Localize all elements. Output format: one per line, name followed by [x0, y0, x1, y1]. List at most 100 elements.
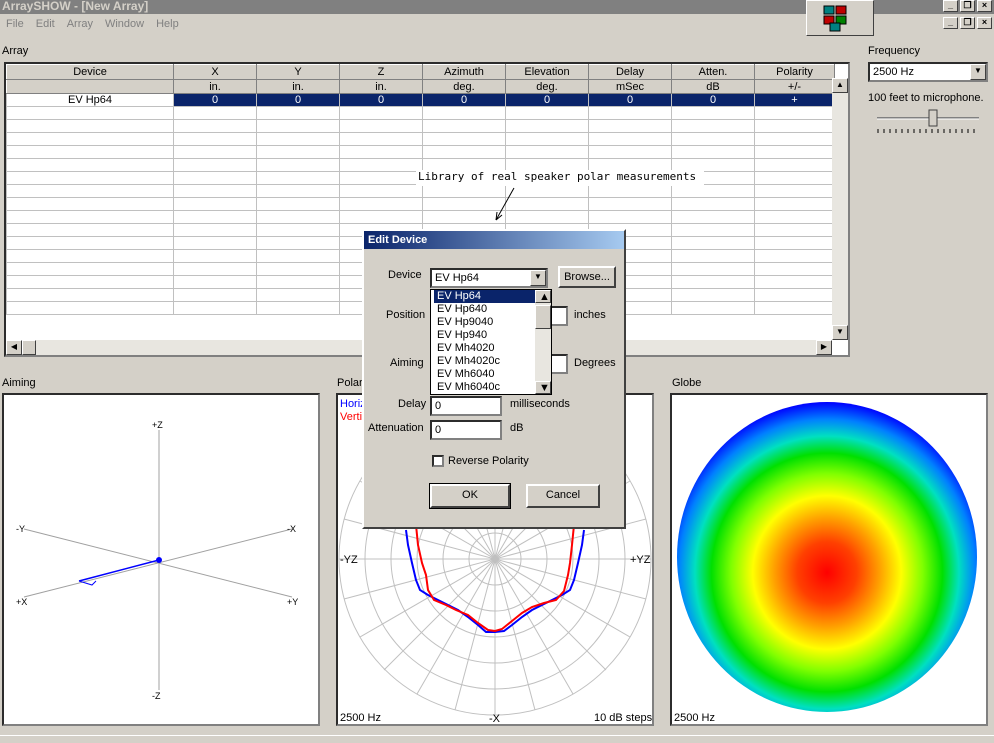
table-cell[interactable] [671, 301, 755, 315]
table-cell[interactable] [754, 236, 835, 250]
table-cell[interactable] [6, 158, 174, 172]
table-cell[interactable] [754, 145, 835, 159]
table-cell[interactable] [339, 158, 423, 172]
table-cell[interactable] [754, 171, 835, 185]
table-cell[interactable] [6, 223, 174, 237]
table-row[interactable] [6, 119, 835, 133]
table-cell[interactable] [256, 171, 340, 185]
table-row[interactable] [6, 145, 835, 159]
table-cell[interactable] [256, 106, 340, 120]
scroll-down-icon[interactable]: ▼ [535, 381, 551, 394]
table-cell[interactable] [422, 145, 506, 159]
table-cell[interactable] [754, 158, 835, 172]
table-cell[interactable] [754, 210, 835, 224]
table-cell[interactable] [6, 145, 174, 159]
table-cell[interactable] [256, 223, 340, 237]
table-cell[interactable] [588, 145, 672, 159]
col-header-azimuth[interactable]: Azimuth [422, 64, 506, 80]
col-header-y[interactable]: Y [256, 64, 340, 80]
table-cell[interactable] [588, 210, 672, 224]
table-cell[interactable] [671, 236, 755, 250]
table-row[interactable] [6, 210, 835, 224]
list-item[interactable]: EV Mh6040 [434, 368, 535, 381]
table-cell[interactable] [754, 132, 835, 146]
scroll-thumb[interactable] [22, 340, 36, 355]
table-cell[interactable] [6, 301, 174, 315]
list-item[interactable]: EV Mh4020 [434, 342, 535, 355]
table-row[interactable]: EV Hp64 0 0 0 0 0 0 0 + [6, 93, 835, 107]
table-cell[interactable] [256, 158, 340, 172]
browse-button[interactable]: Browse... [558, 266, 616, 288]
table-cell[interactable] [339, 197, 423, 211]
cell-z[interactable]: 0 [339, 93, 423, 107]
col-header-elevation[interactable]: Elevation [505, 64, 589, 80]
scroll-down-icon[interactable]: ▼ [832, 325, 848, 340]
table-cell[interactable] [256, 119, 340, 133]
child-minimize-button[interactable]: _ [943, 17, 958, 29]
scroll-up-icon[interactable]: ▲ [832, 78, 848, 93]
list-item[interactable]: EV Mh4020c [434, 355, 535, 368]
table-cell[interactable] [505, 106, 589, 120]
table-cell[interactable] [339, 210, 423, 224]
table-cell[interactable] [173, 184, 257, 198]
table-cell[interactable] [6, 119, 174, 133]
scroll-right-icon[interactable]: ▶ [816, 340, 832, 355]
table-cell[interactable] [173, 145, 257, 159]
scroll-up-icon[interactable]: ▲ [535, 290, 551, 303]
table-cell[interactable] [173, 236, 257, 250]
table-cell[interactable] [754, 184, 835, 198]
table-cell[interactable] [505, 119, 589, 133]
table-cell[interactable] [6, 171, 174, 185]
table-cell[interactable] [256, 262, 340, 276]
table-cell[interactable] [671, 275, 755, 289]
table-cell[interactable] [6, 275, 174, 289]
cell-device[interactable]: EV Hp64 [6, 93, 174, 107]
restore-button[interactable]: ❐ [960, 0, 975, 12]
table-cell[interactable] [588, 197, 672, 211]
col-header-delay[interactable]: Delay [588, 64, 672, 80]
col-header-z[interactable]: Z [339, 64, 423, 80]
table-cell[interactable] [754, 197, 835, 211]
table-cell[interactable] [505, 132, 589, 146]
device-select[interactable]: EV Hp64 ▼ [430, 268, 548, 288]
table-cell[interactable] [671, 197, 755, 211]
menu-edit[interactable]: Edit [30, 18, 61, 30]
list-item[interactable]: EV Hp640 [434, 303, 535, 316]
table-cell[interactable] [339, 145, 423, 159]
table-cell[interactable] [6, 288, 174, 302]
cancel-button[interactable]: Cancel [526, 484, 600, 508]
table-cell[interactable] [173, 210, 257, 224]
table-cell[interactable] [588, 119, 672, 133]
table-row[interactable] [6, 184, 835, 198]
table-cell[interactable] [505, 145, 589, 159]
table-cell[interactable] [6, 106, 174, 120]
table-cell[interactable] [754, 275, 835, 289]
table-cell[interactable] [173, 301, 257, 315]
cell-x[interactable]: 0 [173, 93, 257, 107]
table-cell[interactable] [671, 145, 755, 159]
table-cell[interactable] [173, 106, 257, 120]
table-cell[interactable] [6, 184, 174, 198]
table-cell[interactable] [256, 236, 340, 250]
aiming-elev-field[interactable] [550, 354, 568, 374]
table-cell[interactable] [588, 184, 672, 198]
scroll-left-icon[interactable]: ◀ [6, 340, 22, 355]
table-cell[interactable] [671, 223, 755, 237]
table-cell[interactable] [173, 158, 257, 172]
table-cell[interactable] [339, 171, 423, 185]
table-cell[interactable] [339, 184, 423, 198]
table-cell[interactable] [754, 249, 835, 263]
table-cell[interactable] [754, 288, 835, 302]
table-cell[interactable] [6, 132, 174, 146]
attenuation-field[interactable]: 0 [430, 420, 502, 440]
ok-button[interactable]: OK [429, 483, 511, 509]
table-cell[interactable] [339, 106, 423, 120]
table-cell[interactable] [422, 106, 506, 120]
list-item[interactable]: EV Hp9040 [434, 316, 535, 329]
table-cell[interactable] [671, 262, 755, 276]
menu-file[interactable]: File [0, 18, 30, 30]
table-cell[interactable] [256, 210, 340, 224]
table-cell[interactable] [339, 132, 423, 146]
table-cell[interactable] [754, 119, 835, 133]
table-cell[interactable] [671, 132, 755, 146]
